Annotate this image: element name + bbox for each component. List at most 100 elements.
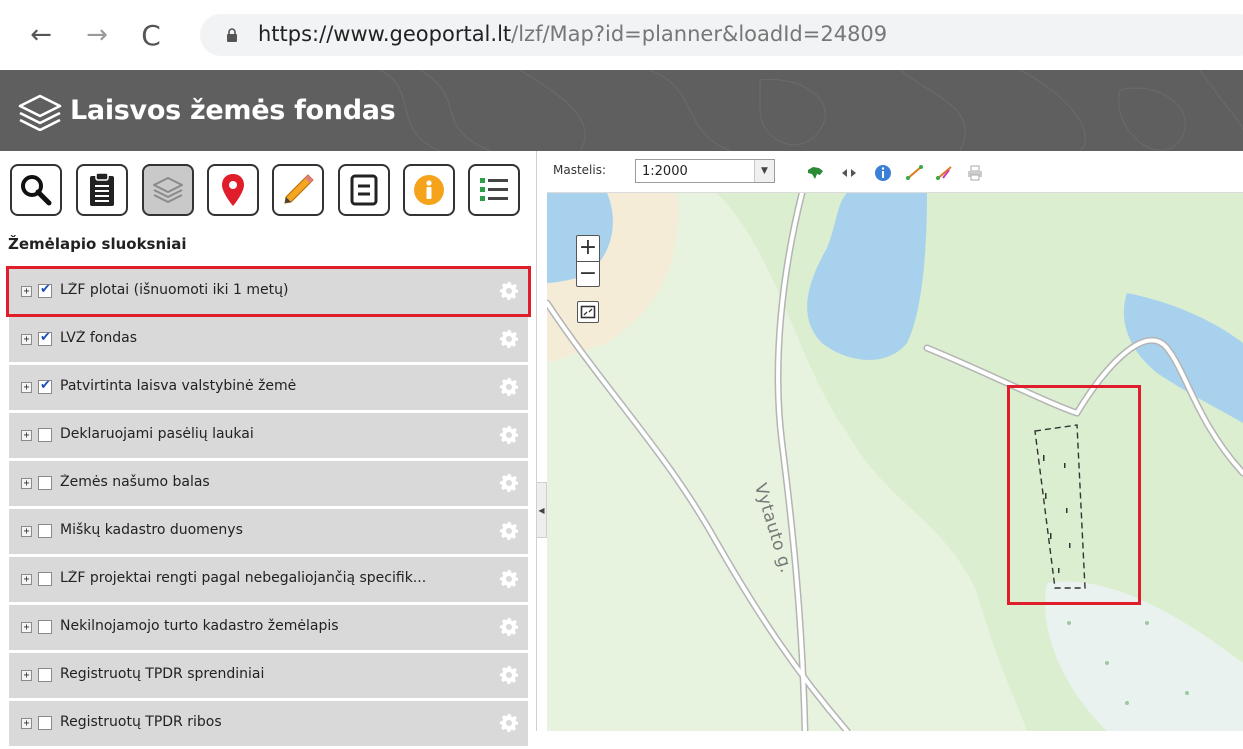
info-icon bbox=[414, 175, 444, 205]
zoom-in-button[interactable]: + bbox=[577, 236, 599, 261]
layer-label: LVŽ fondas bbox=[60, 330, 138, 346]
layer-label: Patvirtinta laisva valstybinė žemė bbox=[60, 378, 297, 394]
identify-button[interactable] bbox=[873, 163, 893, 183]
expand-toggle[interactable]: + bbox=[21, 574, 32, 585]
form-icon bbox=[350, 174, 378, 206]
panel-toolbar bbox=[10, 164, 530, 216]
layer-checkbox[interactable] bbox=[38, 524, 52, 538]
layer-checkbox[interactable] bbox=[38, 282, 52, 298]
panel-collapse-tab[interactable]: ◀ bbox=[537, 482, 547, 538]
pan-arrows-icon bbox=[842, 169, 856, 177]
gear-icon[interactable] bbox=[499, 425, 519, 445]
layer-row[interactable]: + Patvirtinta laisva valstybinė žemė bbox=[9, 365, 528, 410]
draw-button[interactable] bbox=[272, 164, 324, 216]
layer-checkbox[interactable] bbox=[38, 428, 52, 442]
gear-icon[interactable] bbox=[499, 281, 519, 301]
app-title: Laisvos žemės fondas bbox=[70, 95, 396, 126]
scale-value: 1:2000 bbox=[642, 164, 688, 179]
layer-label: Registruotų TPDR sprendiniai bbox=[60, 666, 265, 682]
layer-label: Registruotų TPDR ribos bbox=[60, 714, 222, 730]
gear-icon[interactable] bbox=[499, 329, 519, 349]
expand-toggle[interactable]: + bbox=[21, 670, 32, 681]
gear-icon[interactable] bbox=[499, 665, 519, 685]
map-area[interactable]: Mastelis: 1:2000 ▼ + − Vytauto g. bbox=[547, 151, 1243, 731]
layer-label: Žemės našumo balas bbox=[60, 474, 210, 490]
full-extent-button[interactable] bbox=[577, 301, 599, 323]
chevron-left-icon: ◀ bbox=[538, 505, 545, 515]
measure-line-button[interactable] bbox=[905, 163, 925, 183]
layers-button[interactable] bbox=[142, 164, 194, 216]
gear-icon[interactable] bbox=[499, 377, 519, 397]
layer-label: Miškų kadastro duomenys bbox=[60, 522, 243, 538]
back-button[interactable]: ← bbox=[24, 18, 58, 52]
country-shape-icon bbox=[808, 167, 823, 179]
measure-area-icon bbox=[936, 166, 952, 180]
zoom-to-extent-button[interactable] bbox=[805, 163, 825, 183]
expand-toggle[interactable]: + bbox=[21, 430, 32, 441]
location-button[interactable] bbox=[207, 164, 259, 216]
expand-toggle[interactable]: + bbox=[21, 718, 32, 729]
layers-icon bbox=[153, 177, 183, 203]
layer-row[interactable]: + Žemės našumo balas bbox=[9, 461, 528, 506]
clipboard-icon bbox=[90, 172, 114, 206]
print-button[interactable] bbox=[965, 163, 985, 183]
forward-button[interactable]: → bbox=[80, 18, 114, 52]
layer-row[interactable]: + Registruotų TPDR sprendiniai bbox=[9, 653, 528, 698]
app-header: Laisvos žemės fondas bbox=[0, 70, 1243, 151]
panel-heading: Žemėlapio sluoksniai bbox=[8, 235, 187, 253]
layer-row[interactable]: + LŽF projektai rengti pagal nebegalioja… bbox=[9, 557, 528, 602]
info-circle-icon bbox=[875, 165, 891, 181]
layer-label: LŽF projektai rengti pagal nebegaliojanč… bbox=[60, 570, 427, 586]
layer-row[interactable]: + Nekilnojamojo turto kadastro žemėlapis bbox=[9, 605, 528, 650]
layer-row[interactable]: + LVŽ fondas bbox=[9, 317, 528, 362]
layer-checkbox[interactable] bbox=[38, 378, 52, 394]
parcel-highlight-box bbox=[1007, 385, 1141, 605]
zoom-out-button[interactable]: − bbox=[577, 262, 599, 287]
layer-checkbox[interactable] bbox=[38, 668, 52, 682]
form-button[interactable] bbox=[338, 164, 390, 216]
chevron-down-icon: ▼ bbox=[754, 160, 774, 182]
layer-label: LŽF plotai (išnuomoti iki 1 metų) bbox=[60, 282, 289, 298]
layer-row[interactable]: + Registruotų TPDR ribos bbox=[9, 701, 528, 746]
layers-logo-icon bbox=[18, 94, 62, 131]
layer-checkbox[interactable] bbox=[38, 620, 52, 634]
expand-toggle[interactable]: + bbox=[21, 286, 32, 297]
browser-bar: ← → C https://www.geoportal.lt/lzf/Map?i… bbox=[0, 0, 1243, 70]
search-button[interactable] bbox=[10, 164, 62, 216]
expand-toggle[interactable]: + bbox=[21, 478, 32, 489]
expand-toggle[interactable]: + bbox=[21, 334, 32, 345]
gear-icon[interactable] bbox=[499, 473, 519, 493]
gear-icon[interactable] bbox=[499, 713, 519, 733]
layer-checkbox[interactable] bbox=[38, 572, 52, 586]
layer-row[interactable]: + Deklaruojami pasėlių laukai bbox=[9, 413, 528, 458]
layer-checkbox[interactable] bbox=[38, 716, 52, 730]
lock-icon bbox=[227, 28, 237, 42]
info-button[interactable] bbox=[403, 164, 455, 216]
layer-checkbox[interactable] bbox=[38, 330, 52, 346]
pan-button[interactable] bbox=[839, 163, 859, 183]
search-icon bbox=[21, 175, 52, 206]
left-panel: Žemėlapio sluoksniai + LŽF plotai (išnuo… bbox=[0, 151, 537, 746]
expand-toggle[interactable]: + bbox=[21, 622, 32, 633]
expand-toggle[interactable]: + bbox=[21, 526, 32, 537]
gear-icon[interactable] bbox=[499, 521, 519, 541]
url-path: /lzf/Map?id=planner&loadId=24809 bbox=[511, 22, 888, 46]
legend-button[interactable] bbox=[468, 164, 520, 216]
reload-button[interactable]: C bbox=[134, 18, 168, 52]
scale-select[interactable]: 1:2000 ▼ bbox=[635, 159, 775, 183]
url-text[interactable]: https://www.geoportal.lt/lzf/Map?id=plan… bbox=[258, 22, 887, 46]
layer-row[interactable]: + LŽF plotai (išnuomoti iki 1 metų) bbox=[6, 266, 531, 317]
url-host: https://www.geoportal.lt bbox=[258, 22, 512, 46]
layer-checkbox[interactable] bbox=[38, 476, 52, 490]
gear-icon[interactable] bbox=[499, 569, 519, 589]
list-icon bbox=[480, 178, 508, 201]
layer-row[interactable]: + Miškų kadastro duomenys bbox=[9, 509, 528, 554]
printer-icon bbox=[968, 165, 982, 181]
measure-line-icon bbox=[906, 165, 923, 180]
expand-toggle[interactable]: + bbox=[21, 382, 32, 393]
clipboard-button[interactable] bbox=[76, 164, 128, 216]
zoom-control: + − bbox=[576, 235, 600, 287]
map-marker-icon bbox=[222, 174, 244, 206]
measure-area-button[interactable] bbox=[935, 163, 955, 183]
gear-icon[interactable] bbox=[499, 617, 519, 637]
